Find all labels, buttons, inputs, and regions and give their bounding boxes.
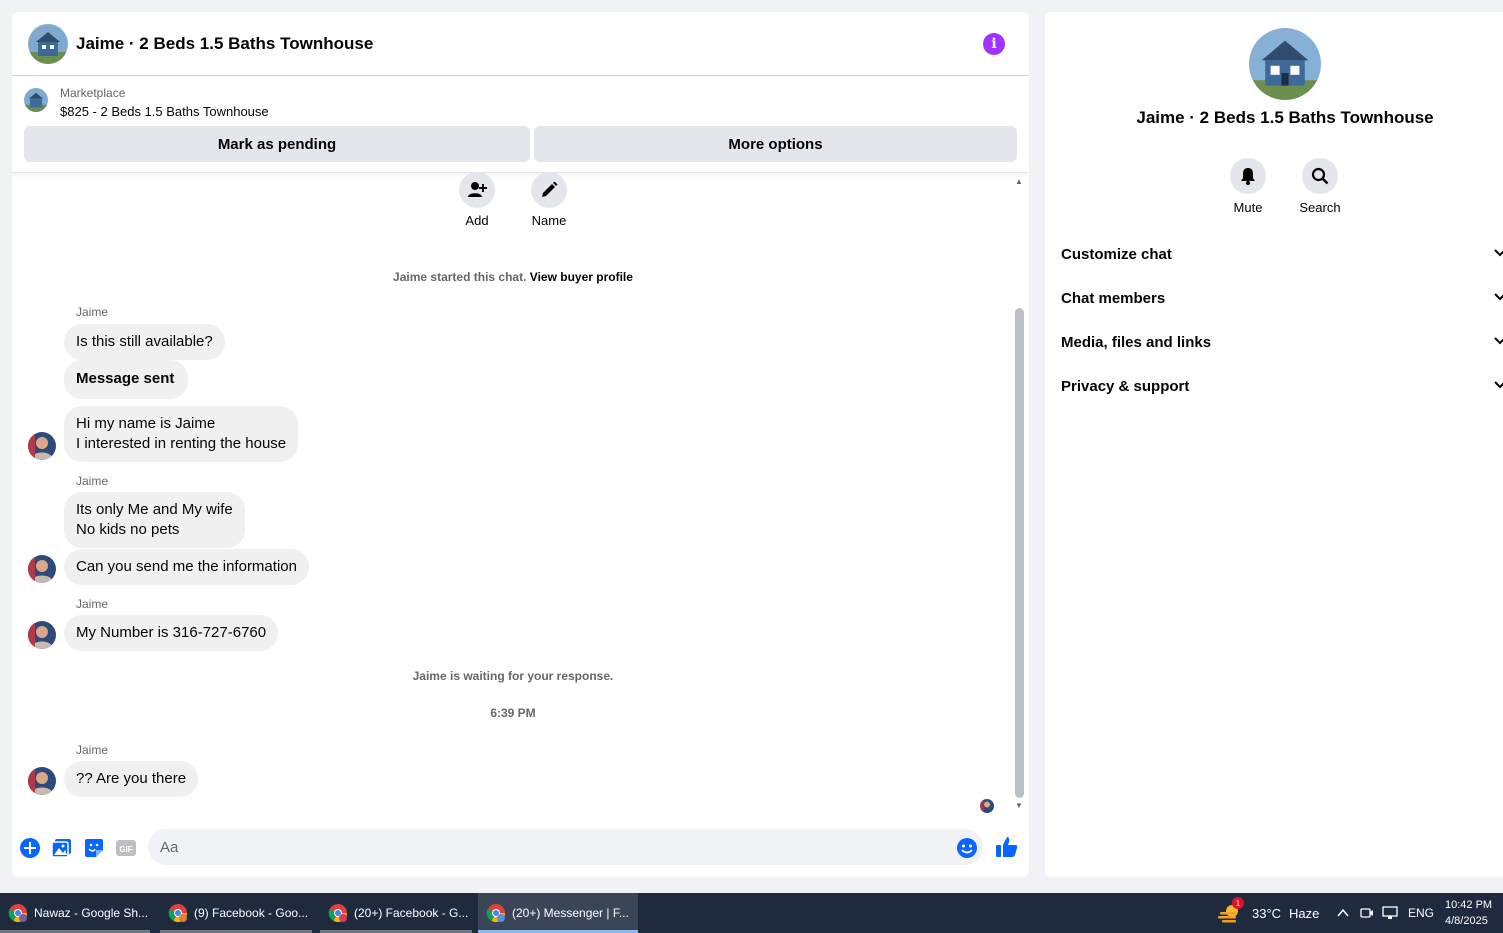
view-buyer-profile-link[interactable]: View buyer profile	[530, 270, 633, 284]
jaime-avatar[interactable]	[28, 432, 56, 460]
sender-name: Jaime	[76, 597, 109, 611]
chrome-icon	[8, 904, 28, 923]
search-icon[interactable]	[1302, 158, 1338, 194]
chat-members-row[interactable]: Chat members	[1061, 280, 1503, 316]
add-people-action[interactable]: Add	[447, 172, 507, 228]
taskbar-item-facebook-1[interactable]: (9) Facebook - Goo...	[160, 893, 312, 933]
taskbar-item-label: (9) Facebook - Goo...	[194, 906, 309, 920]
chat-details-panel: Jaime · 2 Beds 1.5 Baths Townhouse Mute …	[1045, 12, 1503, 877]
add-attachment-icon[interactable]	[19, 837, 41, 859]
meet-now-icon[interactable]	[1360, 893, 1374, 933]
pencil-icon[interactable]	[531, 172, 567, 208]
add-person-icon[interactable]	[459, 172, 495, 208]
message-sent-bubble[interactable]: Message sent	[64, 360, 189, 399]
photo-icon[interactable]	[51, 837, 73, 859]
name-label: Name	[531, 213, 567, 228]
section-label: Media, files and links	[1061, 333, 1212, 351]
search-label: Search	[1299, 200, 1341, 215]
chat-title[interactable]: Jaime · 2 Beds 1.5 Baths Townhouse	[76, 34, 373, 54]
show-hidden-icons[interactable]	[1336, 893, 1350, 933]
listing-title[interactable]: $825 - 2 Beds 1.5 Baths Townhouse	[60, 104, 269, 119]
chat-avatar[interactable]	[28, 23, 68, 64]
gif-icon[interactable]: GIF	[115, 837, 137, 859]
message-composer: GIF	[12, 828, 1029, 866]
windows-taskbar: Nawaz - Google Sh... (9) Facebook - Goo.…	[0, 893, 1503, 933]
weather-desc: Haze	[1289, 905, 1320, 921]
taskbar-item-label: Nawaz - Google Sh...	[34, 906, 149, 920]
sender-name: Jaime	[76, 305, 109, 319]
scroll-up-icon[interactable]: ▲	[1015, 177, 1023, 186]
emoji-icon[interactable]	[956, 837, 978, 859]
chat-started-text: Jaime started this chat.	[393, 270, 527, 284]
waiting-notice: Jaime is waiting for your response.	[412, 669, 614, 683]
details-title: Jaime · 2 Beds 1.5 Baths Townhouse	[1136, 108, 1434, 127]
mark-as-pending-button[interactable]: Mark as pending	[24, 126, 530, 162]
mute-label: Mute	[1233, 200, 1263, 215]
section-label: Customize chat	[1061, 245, 1172, 263]
info-icon[interactable]: i	[983, 32, 1005, 55]
jaime-avatar[interactable]	[28, 621, 56, 649]
chat-panel: Jaime · 2 Beds 1.5 Baths Townhouse i Mar…	[12, 12, 1029, 877]
taskbar-item-messenger[interactable]: (20+) Messenger | F...	[478, 893, 638, 933]
mute-action[interactable]: Mute	[1218, 158, 1278, 215]
message-bubble[interactable]: My Number is 316-727-6760	[64, 615, 279, 651]
marketplace-banner: Marketplace $825 - 2 Beds 1.5 Baths Town…	[12, 76, 1029, 173]
message-bubble[interactable]: Hi my name is Jaime I interested in rent…	[64, 406, 299, 462]
chevron-down-icon	[1494, 337, 1503, 345]
message-bubble[interactable]: ?? Are you there	[64, 761, 199, 797]
marketplace-label: Marketplace	[60, 86, 126, 100]
bell-icon[interactable]	[1230, 158, 1266, 194]
weather-widget[interactable]: 1 33°C Haze	[1218, 893, 1319, 933]
listing-thumbnail[interactable]	[24, 88, 48, 112]
jaime-avatar[interactable]	[28, 767, 56, 795]
search-action[interactable]: Search	[1290, 158, 1350, 215]
seen-avatar-icon	[980, 799, 994, 813]
chevron-up-icon[interactable]	[1336, 906, 1350, 920]
details-avatar[interactable]	[1249, 28, 1321, 100]
weather-temp: 33°C	[1252, 905, 1282, 921]
chat-started-notice: Jaime started this chat. View buyer prof…	[12, 270, 1014, 284]
system-clock[interactable]: 10:42 PM 4/8/2025	[1445, 897, 1492, 929]
taskbar-item-google-sheets[interactable]: Nawaz - Google Sh...	[0, 893, 150, 933]
customize-chat-row[interactable]: Customize chat	[1061, 236, 1503, 272]
more-options-button[interactable]: More options	[534, 126, 1017, 162]
chevron-down-icon	[1494, 381, 1503, 389]
weather-badge: 1	[1232, 897, 1244, 909]
message-timestamp: 6:39 PM	[490, 706, 536, 720]
svg-text:GIF: GIF	[119, 845, 132, 854]
chrome-icon	[328, 904, 347, 923]
sender-name: Jaime	[76, 743, 109, 757]
language-indicator[interactable]: ENG	[1408, 893, 1434, 933]
sticker-icon[interactable]	[83, 837, 105, 859]
message-bubble[interactable]: Is this still available?	[64, 324, 225, 360]
name-action[interactable]: Name	[519, 172, 579, 228]
sender-name: Jaime	[76, 474, 109, 488]
like-thumbs-up-icon[interactable]	[995, 835, 1019, 859]
chat-header: Jaime · 2 Beds 1.5 Baths Townhouse i	[12, 12, 1029, 76]
section-label: Privacy & support	[1061, 377, 1190, 395]
taskbar-item-label: (20+) Facebook - G...	[354, 906, 469, 920]
clock-time: 10:42 PM	[1445, 899, 1493, 911]
chrome-icon	[486, 904, 505, 923]
chrome-icon	[168, 904, 187, 923]
clock-date: 4/8/2025	[1445, 915, 1488, 927]
network-icon[interactable]	[1382, 893, 1400, 933]
message-bubble[interactable]: Its only Me and My wife No kids no pets	[64, 492, 245, 548]
scroll-down-icon[interactable]: ▼	[1015, 801, 1023, 810]
message-bubble[interactable]: Can you send me the information	[64, 549, 309, 585]
scrollbar-thumb[interactable]	[1015, 308, 1024, 798]
media-files-links-row[interactable]: Media, files and links	[1061, 324, 1503, 360]
section-label: Chat members	[1061, 289, 1166, 307]
jaime-avatar[interactable]	[28, 555, 56, 583]
add-label: Add	[465, 213, 489, 228]
taskbar-item-facebook-2[interactable]: (20+) Facebook - G...	[320, 893, 472, 933]
chevron-down-icon	[1494, 293, 1503, 301]
taskbar-item-label: (20+) Messenger | F...	[512, 906, 629, 920]
privacy-support-row[interactable]: Privacy & support	[1061, 368, 1503, 404]
message-input[interactable]	[148, 829, 983, 865]
chevron-down-icon	[1494, 249, 1503, 257]
haze-weather-icon: 1	[1218, 897, 1244, 923]
